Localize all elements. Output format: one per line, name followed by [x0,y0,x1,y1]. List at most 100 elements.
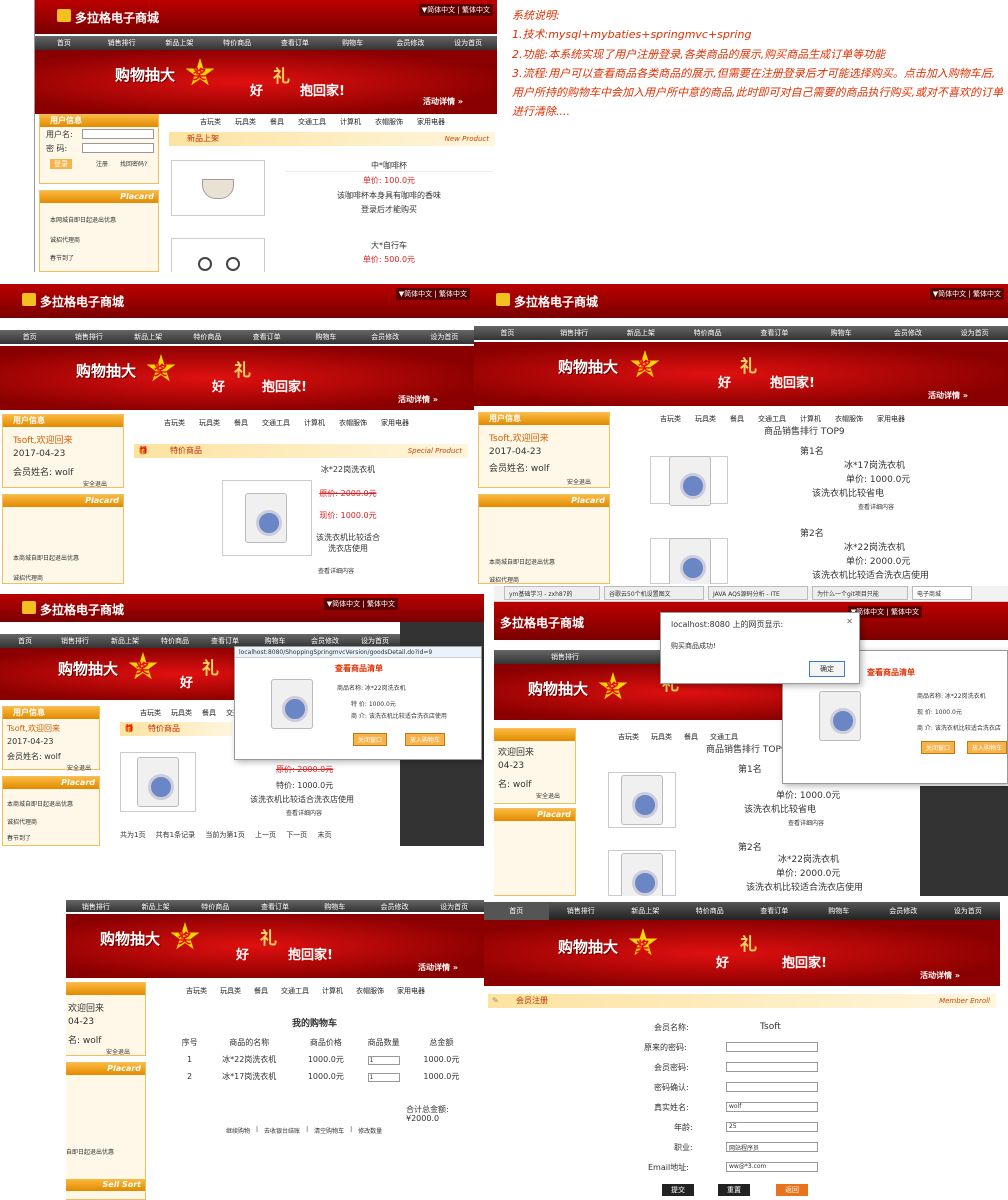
nav-item[interactable]: 会员修改 [871,902,936,920]
nav-item[interactable]: 查看订单 [245,900,305,912]
nav-item[interactable]: 首页 [484,902,549,920]
nav-item[interactable]: 首页 [0,634,50,648]
language-switch[interactable]: ▼简体中文 | 繁体中文 [323,598,398,610]
category-link[interactable]: 衣帽服饰 [339,418,367,428]
nav-item[interactable]: 会员修改 [365,900,425,912]
category-link[interactable]: 交通工具 [710,732,738,742]
notice-item[interactable]: 春节到了 [50,253,74,262]
site-logo[interactable]: 多拉格电子商城 [75,9,159,26]
category-link[interactable]: 衣帽服饰 [375,117,403,127]
notice-item[interactable]: 春节到了 [7,833,31,842]
category-link[interactable]: 衣帽服饰 [835,414,863,424]
nav-item[interactable]: 购物车 [808,326,875,340]
site-logo[interactable]: 多拉格电子商城 [514,293,598,310]
close-window-button[interactable]: 关闭窗口 [353,733,388,746]
nav-item[interactable]: 销售排行 [549,902,614,920]
back-button[interactable]: 返回 [776,1184,808,1196]
category-link[interactable]: 计算机 [800,414,821,424]
category-link[interactable]: 吉玩类 [164,418,185,428]
logout-link[interactable]: 安全退出 [106,1047,130,1056]
category-link[interactable]: 吉玩类 [200,117,221,127]
notice-item[interactable]: 本商城自即日起退出优惠 [13,553,79,562]
category-link[interactable]: 吉玩类 [660,414,681,424]
nav-item[interactable]: 特价商品 [208,36,266,50]
notice-item[interactable]: 诚招代理商 [7,817,37,826]
nav-item[interactable]: 销售排行 [494,650,636,664]
category-link[interactable]: 玩具类 [220,986,241,996]
nav-item[interactable]: 首页 [474,326,541,340]
logout-link[interactable]: 安全退出 [536,791,560,800]
add-to-cart-button[interactable]: 放入购物车 [405,733,446,746]
activity-link[interactable]: 活动详情 » [423,96,463,107]
nav-item[interactable]: 会员修改 [382,36,440,50]
category-link[interactable]: 餐具 [270,117,284,127]
notice-item[interactable]: 本商城自即日起退出优惠 [489,557,555,566]
promo-banner[interactable]: 购物抽大 奖 好 礼 抱回家! 活动详情 » [35,50,497,114]
promo-banner[interactable]: 购物抽大 奖 好 礼 抱回家! 活动详情 » [484,920,1000,986]
close-window-button[interactable]: 关闭窗口 [921,741,956,754]
category-link[interactable]: 衣帽服饰 [356,986,384,996]
category-link[interactable]: 玩具类 [651,732,672,742]
detail-link[interactable]: 查看详细内容 [318,566,354,575]
activity-link[interactable]: 活动详情 » [920,970,960,981]
reset-button[interactable]: 重置 [718,1184,750,1196]
category-link[interactable]: 家用电器 [417,117,445,127]
nav-item[interactable]: 查看订单 [741,326,808,340]
product-image[interactable] [171,160,265,216]
password-input[interactable] [726,1062,818,1072]
category-link[interactable]: 餐具 [234,418,248,428]
category-link[interactable]: 餐具 [202,708,216,718]
detail-link[interactable]: 查看详细内容 [858,502,894,511]
language-switch[interactable]: ▼简体中文 | 繁体中文 [395,288,470,300]
nav-item[interactable]: 销售排行 [541,326,608,340]
site-logo[interactable]: 多拉格电子商城 [40,601,124,618]
age-input[interactable]: 25 [726,1122,818,1132]
product-image[interactable] [650,456,728,506]
nav-item[interactable]: 首页 [0,330,59,344]
promo-banner[interactable]: 购物抽大 奖 好 礼 抱回家! 活动详情 » [0,346,474,410]
nav-item[interactable]: 销售排行 [66,900,126,912]
nav-item[interactable]: 特价商品 [178,330,237,344]
category-link[interactable]: 吉玩类 [140,708,161,718]
browser-tab[interactable]: 谷歌云50个机设置图文 [604,586,704,600]
nav-item[interactable]: 特价商品 [185,900,245,912]
category-link[interactable]: 交通工具 [298,117,326,127]
browser-tab-active[interactable]: 电子商城 [912,586,972,600]
site-logo[interactable]: 多拉格电子商城 [40,293,124,310]
login-button[interactable]: 登录 [50,159,72,169]
notice-item[interactable]: 诚招代理商 [50,235,80,244]
product-image[interactable] [608,772,676,828]
notice-item[interactable]: 本网城自即日起退出优惠 [50,215,116,224]
nav-item[interactable]: 特价商品 [678,902,743,920]
nav-item[interactable]: 会员修改 [356,330,415,344]
category-link[interactable]: 交通工具 [758,414,786,424]
browser-tab[interactable]: 为什么一个git项目只能 [812,586,908,600]
old-password-input[interactable] [726,1042,818,1052]
category-link[interactable]: 餐具 [254,986,268,996]
quantity-input[interactable]: 1 [367,1072,400,1082]
logout-link[interactable]: 安全退出 [567,477,591,486]
nav-item[interactable]: 新品上架 [100,634,150,648]
notice-item[interactable]: 诚招代理商 [13,573,43,582]
nav-item[interactable]: 查看订单 [266,36,324,50]
product-image[interactable] [608,850,676,896]
nav-item[interactable]: 购物车 [305,900,365,912]
nav-item[interactable]: 设为首页 [936,902,1001,920]
nav-item[interactable]: 特价商品 [674,326,741,340]
nav-item[interactable]: 设为首页 [439,36,497,50]
category-link[interactable]: 计算机 [322,986,343,996]
username-input[interactable] [82,129,154,139]
activity-link[interactable]: 活动详情 » [418,962,458,973]
promo-banner[interactable]: 购物抽大 奖 好 礼 抱回家! 活动详情 » [66,914,484,978]
password-input[interactable] [82,143,154,153]
forgot-link[interactable]: 找回密码? [120,159,147,168]
category-link[interactable]: 餐具 [684,732,698,742]
language-switch[interactable]: ▼简体中文 | 繁体中文 [929,288,1004,300]
nav-item[interactable]: 查看订单 [742,902,807,920]
category-link[interactable]: 吉玩类 [186,986,207,996]
detail-link[interactable]: 查看详细内容 [788,818,824,827]
category-link[interactable]: 家用电器 [397,986,425,996]
close-icon[interactable]: ✕ [846,617,853,626]
category-link[interactable]: 交通工具 [281,986,309,996]
activity-link[interactable]: 活动详情 » [398,394,438,405]
